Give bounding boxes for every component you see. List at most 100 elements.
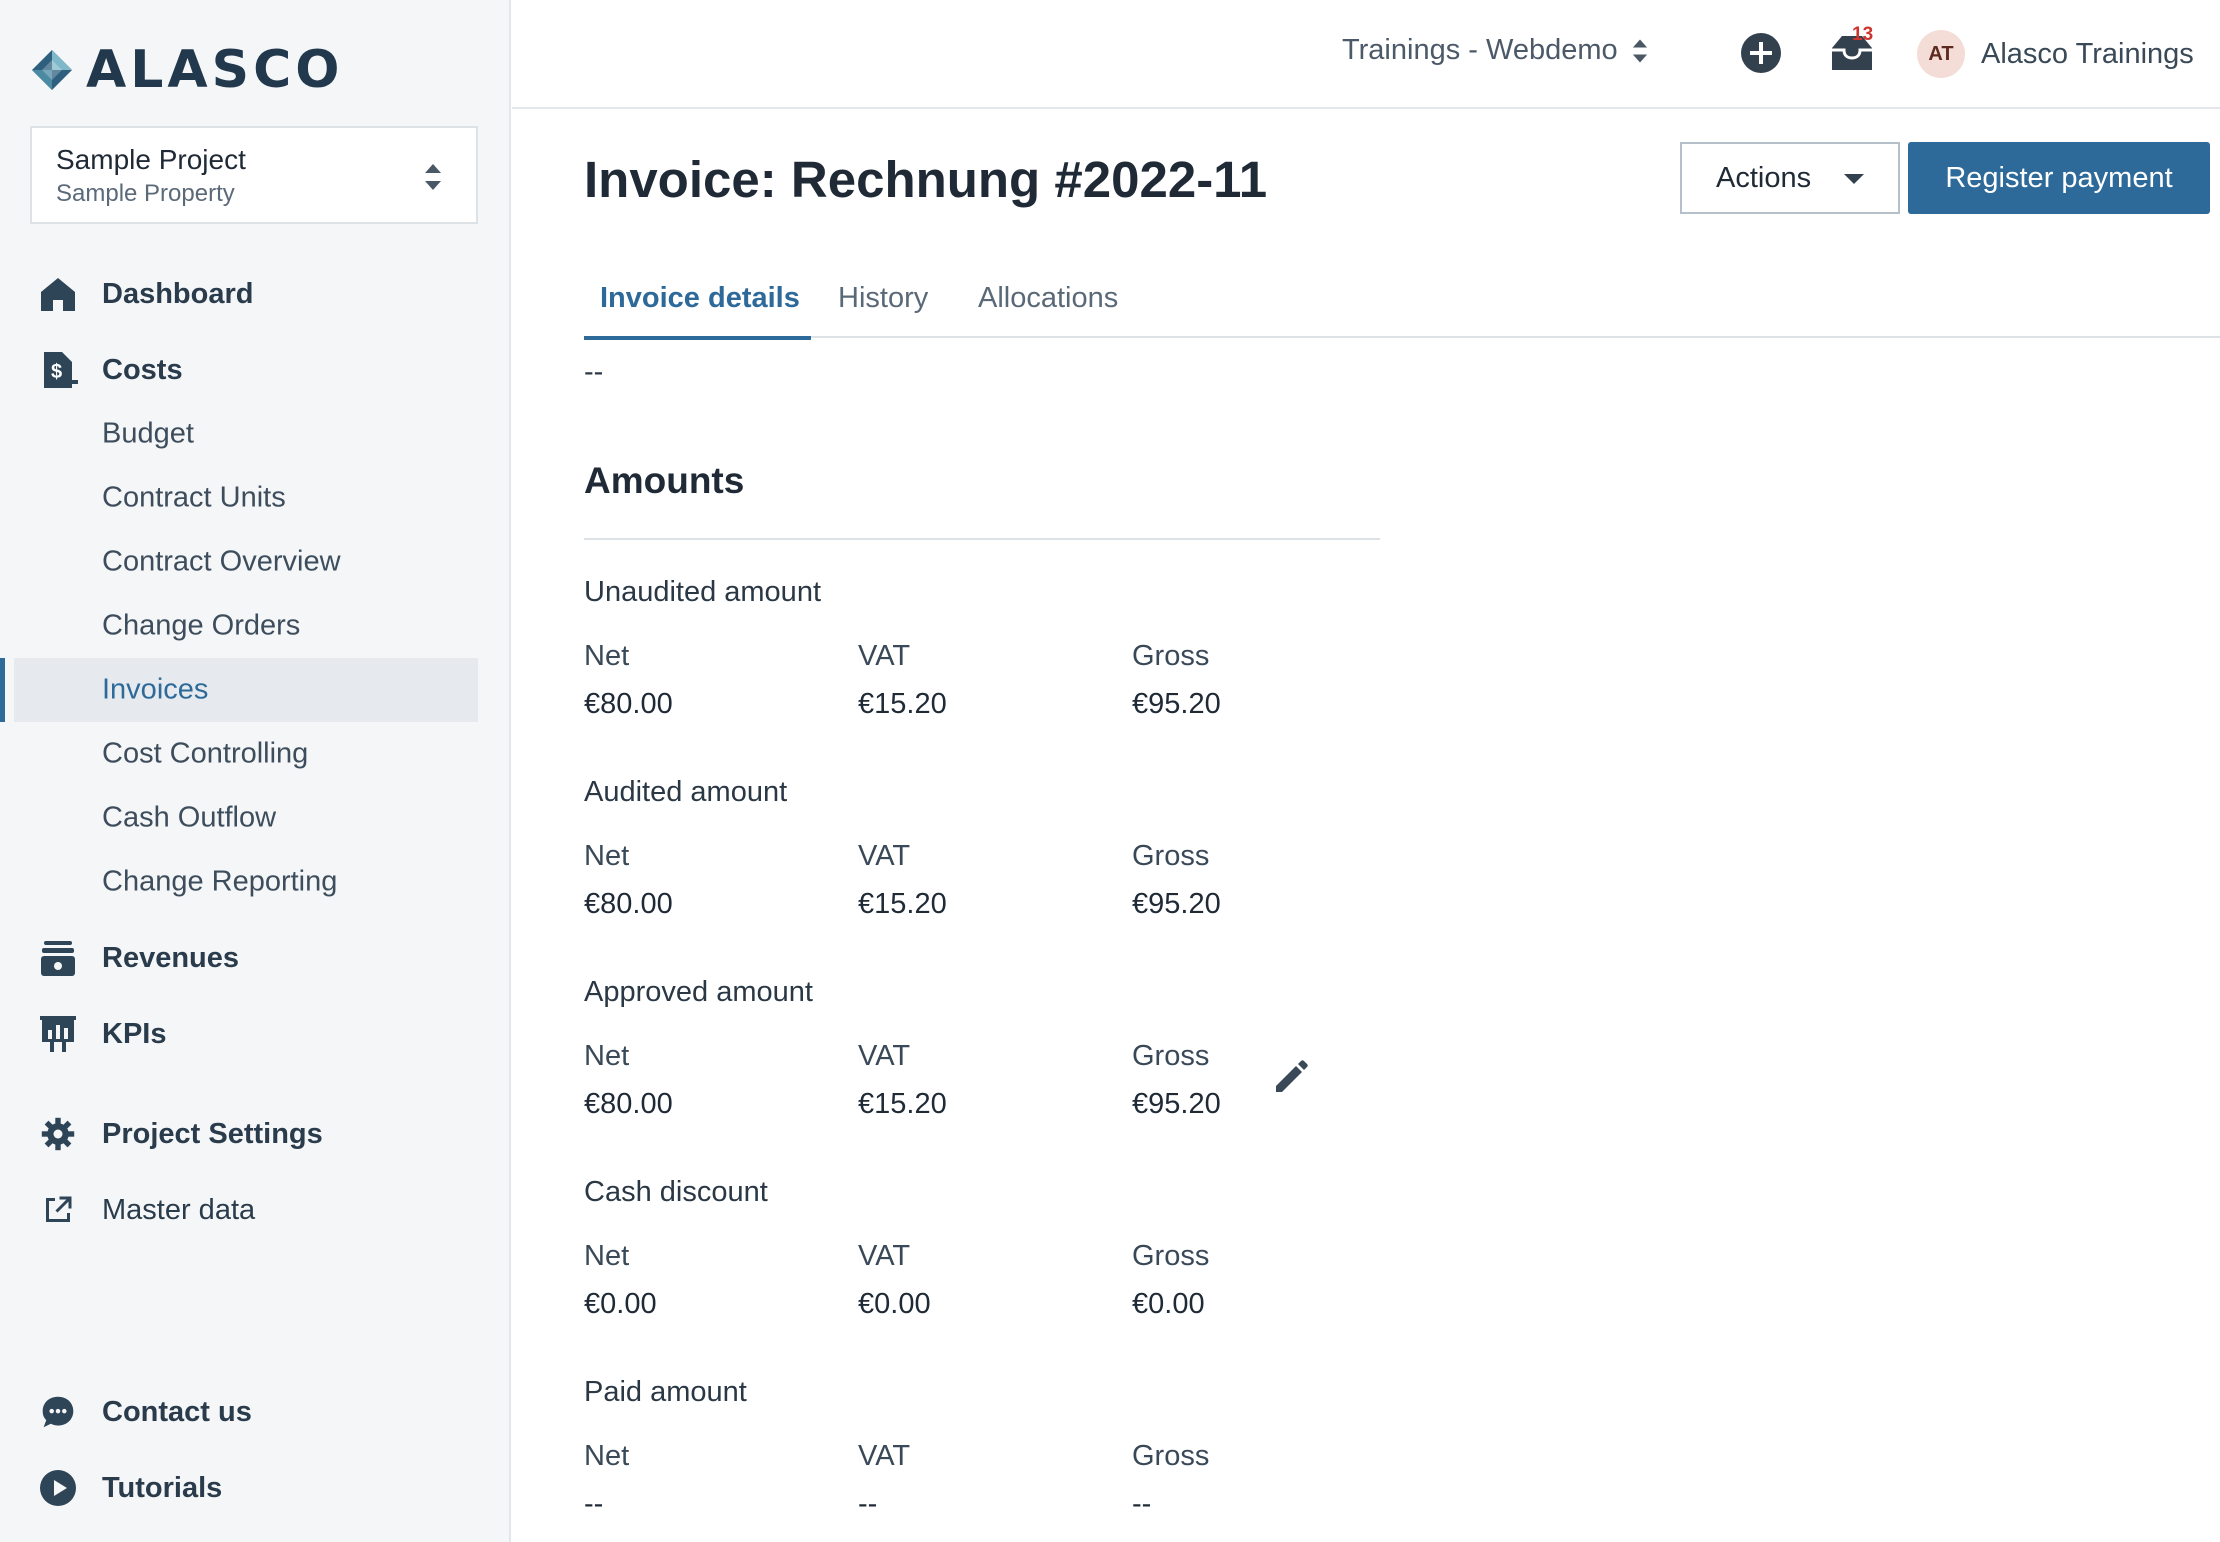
vat-value: -- [858, 1488, 878, 1520]
vat-label: VAT [858, 1440, 911, 1472]
section-title-amounts: Amounts [584, 460, 745, 501]
register-payment-label: Register payment [1945, 161, 2173, 194]
actions-label: Actions [1716, 161, 1812, 194]
avatar: AT [1917, 30, 1965, 78]
alasco-logo-icon [32, 50, 72, 90]
actions-dropdown-button[interactable]: Actions [1680, 142, 1900, 214]
tab-invoice-details[interactable]: Invoice details [584, 258, 816, 340]
gross-label: Gross [1132, 1240, 1210, 1272]
sidebar-item-label: Budget [102, 417, 194, 450]
sidebar-item-label: Project Settings [102, 1117, 323, 1150]
net-label: Net [584, 640, 630, 672]
workspace-name: Trainings - Webdemo [1342, 34, 1618, 66]
project-name: Sample Project [56, 144, 246, 175]
vat-label: VAT [858, 640, 911, 672]
sidebar: ALASCO Sample Project Sample Property Da… [0, 0, 511, 1542]
amount-group-title: Unaudited amount [584, 576, 821, 608]
sidebar-item-costs[interactable]: $ Costs [0, 338, 511, 402]
vat-value: €15.20 [858, 688, 947, 720]
workspace-switcher[interactable]: Trainings - Webdemo [1342, 34, 1648, 67]
active-tab-underline [584, 336, 811, 340]
gross-label: Gross [1132, 1440, 1210, 1472]
net-label: Net [584, 1440, 630, 1472]
vat-label: VAT [858, 1040, 911, 1072]
project-selector[interactable]: Sample Project Sample Property [30, 126, 478, 224]
sidebar-item-label: Costs [102, 353, 183, 386]
net-value: -- [584, 1488, 604, 1520]
main-content: Invoice: Rechnung #2022-11 Actions Regis… [512, 110, 2220, 1542]
external-link-icon [38, 1190, 78, 1230]
pencil-icon[interactable] [1270, 1058, 1310, 1098]
sidebar-item-label: Dashboard [102, 277, 254, 310]
sidebar-item-label: Revenues [102, 941, 240, 974]
sidebar-item-label: Master data [102, 1193, 256, 1226]
gross-value: -- [1132, 1488, 1152, 1520]
sidebar-item-contact-us[interactable]: Contact us [0, 1380, 511, 1444]
amount-group-title: Approved amount [584, 976, 813, 1008]
sidebar-item-change-orders[interactable]: Change Orders [14, 594, 478, 658]
tab-history[interactable]: History [822, 258, 944, 338]
divider [584, 538, 1380, 540]
net-value: €80.00 [584, 888, 673, 920]
gross-label: Gross [1132, 640, 1210, 672]
gross-value: €95.20 [1132, 888, 1221, 920]
page-title: Invoice: Rechnung #2022-11 [584, 151, 1268, 208]
invoice-tabs: Invoice details History Allocations [584, 258, 2220, 340]
revenues-icon [38, 938, 78, 978]
chat-icon [38, 1392, 78, 1432]
caret-down-icon [1844, 174, 1864, 184]
sidebar-item-cost-controlling[interactable]: Cost Controlling [14, 722, 478, 786]
sidebar-item-label: Invoices [102, 673, 209, 706]
sidebar-item-label: Cash Outflow [102, 801, 277, 834]
sidebar-item-label: Contract Overview [102, 545, 341, 578]
gross-label: Gross [1132, 1040, 1210, 1072]
sidebar-item-revenues[interactable]: Revenues [0, 926, 511, 990]
sidebar-item-budget[interactable]: Budget [14, 402, 478, 466]
sidebar-item-label: Cost Controlling [102, 737, 309, 770]
vat-value: €15.20 [858, 888, 947, 920]
kpis-icon [38, 1014, 78, 1054]
net-label: Net [584, 1240, 630, 1272]
sidebar-item-label: KPIs [102, 1017, 167, 1050]
gross-label: Gross [1132, 840, 1210, 872]
sidebar-item-change-reporting[interactable]: Change Reporting [14, 850, 478, 914]
amount-group-title: Audited amount [584, 776, 788, 808]
sidebar-item-contract-units[interactable]: Contract Units [14, 466, 478, 530]
net-value: €80.00 [584, 688, 673, 720]
vat-label: VAT [858, 840, 911, 872]
chevron-updown-icon [1632, 38, 1647, 63]
sidebar-item-label: Change Orders [102, 609, 301, 642]
sidebar-item-kpis[interactable]: KPIs [0, 1002, 511, 1066]
plus-circle-icon[interactable] [1740, 32, 1782, 74]
brand-logo[interactable]: ALASCO [30, 40, 343, 100]
sidebar-item-label: Change Reporting [102, 865, 338, 898]
sidebar-item-cash-outflow[interactable]: Cash Outflow [14, 786, 478, 850]
tab-label: Invoice details [600, 281, 800, 314]
gross-value: €0.00 [1132, 1288, 1205, 1320]
vat-value: €0.00 [858, 1288, 931, 1320]
tab-label: Allocations [978, 281, 1119, 314]
sidebar-item-tutorials[interactable]: Tutorials [0, 1456, 511, 1520]
user-menu[interactable]: AT Alasco Trainings [1917, 30, 2194, 78]
top-bar: Trainings - Webdemo 13 AT Alasco Trainin… [512, 0, 2220, 109]
sidebar-item-master-data[interactable]: Master data [0, 1178, 511, 1242]
net-value: €0.00 [584, 1288, 657, 1320]
sidebar-item-project-settings[interactable]: Project Settings [0, 1102, 511, 1166]
net-label: Net [584, 840, 630, 872]
tab-allocations[interactable]: Allocations [962, 258, 1134, 338]
net-value: €80.00 [584, 1088, 673, 1120]
svg-text:$: $ [51, 361, 62, 383]
project-property: Sample Property [56, 180, 235, 207]
register-payment-button[interactable]: Register payment [1908, 142, 2210, 214]
sidebar-item-dashboard[interactable]: Dashboard [0, 262, 511, 326]
gear-icon [38, 1114, 78, 1154]
active-indicator [0, 658, 5, 722]
amount-group-title: Paid amount [584, 1376, 747, 1408]
tab-label: History [838, 281, 929, 314]
sidebar-item-invoices[interactable]: Invoices [14, 658, 478, 722]
chevron-updown-icon [425, 164, 441, 190]
home-icon [38, 274, 78, 314]
sidebar-item-label: Contact us [102, 1395, 252, 1428]
sidebar-item-contract-overview[interactable]: Contract Overview [14, 530, 478, 594]
inbox-count-badge: 13 [1852, 24, 1874, 45]
